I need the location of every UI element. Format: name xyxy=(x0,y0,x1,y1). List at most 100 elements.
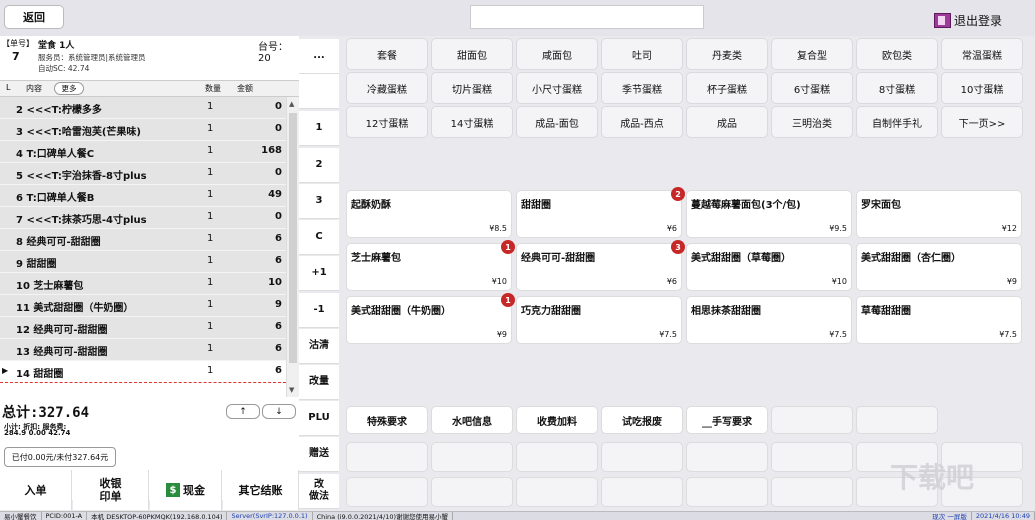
product-card[interactable]: 罗宋面包 ¥12 xyxy=(856,190,1022,238)
keypad-key[interactable]: 改量 xyxy=(299,365,339,400)
action-button[interactable]: __手写要求 xyxy=(686,406,768,434)
category-button[interactable]: 三明治类 xyxy=(771,106,853,138)
product-name: 罗宋面包 xyxy=(861,200,901,211)
row-qty: 1 xyxy=(207,277,214,288)
order-row[interactable]: 8 经典可可-甜甜圈 1 6 xyxy=(0,229,286,251)
category-button[interactable]: 12寸蛋糕 xyxy=(346,106,428,138)
product-card[interactable]: 起酥奶酥 ¥8.5 xyxy=(346,190,512,238)
search-input[interactable] xyxy=(470,5,704,29)
order-row[interactable]: 9 甜甜圈 1 6 xyxy=(0,251,286,273)
col-idx: L xyxy=(6,83,11,92)
empty-slot xyxy=(346,477,428,507)
product-card[interactable]: 美式甜甜圈（草莓圈） ¥10 xyxy=(686,243,852,291)
category-button[interactable]: 复合型 xyxy=(771,38,853,70)
category-button[interactable]: 自制伴手礼 xyxy=(856,106,938,138)
category-button[interactable]: 冷藏蛋糕 xyxy=(346,72,428,104)
order-row[interactable]: 7 <<<T:抹茶巧思-4寸plus 1 0 xyxy=(0,207,286,229)
bill-label: 【单号】 xyxy=(2,39,34,48)
keypad-key[interactable] xyxy=(299,74,339,109)
category-button[interactable]: 甜面包 xyxy=(431,38,513,70)
product-card[interactable]: 甜甜圈 ¥6 2 xyxy=(516,187,685,238)
keypad-key[interactable]: -1 xyxy=(299,293,339,328)
order-row[interactable]: 4 T:口碑单人餐C 1 168 xyxy=(0,141,286,163)
row-name: 7 <<<T:抹茶巧思-4寸plus xyxy=(16,215,147,226)
product-card[interactable]: 相思抹茶甜甜圈 ¥7.5 xyxy=(686,296,852,344)
category-button[interactable]: 成品-西点 xyxy=(601,106,683,138)
product-card[interactable]: 芝士麻薯包 ¥10 1 xyxy=(346,240,515,291)
category-button[interactable]: 10寸蛋糕 xyxy=(941,72,1023,104)
product-card[interactable]: 巧克力甜甜圈 ¥7.5 xyxy=(516,296,682,344)
product-card[interactable]: 经典可可-甜甜圈 ¥6 3 xyxy=(516,240,685,291)
keypad-key[interactable]: 1 xyxy=(299,111,339,146)
table-number: 台号： 20 xyxy=(258,42,288,64)
keypad-key[interactable]: C xyxy=(299,220,339,255)
order-row[interactable]: ▶ 14 甜甜圈 1 6 xyxy=(0,361,286,383)
cash-button[interactable]: $ 现金 xyxy=(150,470,222,510)
category-button[interactable]: 常温蛋糕 xyxy=(941,38,1023,70)
empty-slot xyxy=(601,477,683,507)
product-card[interactable]: 美式甜甜圈（牛奶圈） ¥9 1 xyxy=(346,293,515,344)
order-row[interactable]: 11 美式甜甜圈（牛奶圈） 1 9 xyxy=(0,295,286,317)
keypad-key[interactable]: 改 做法 xyxy=(299,474,339,509)
category-button[interactable]: 咸面包 xyxy=(516,38,598,70)
category-button[interactable]: 吐司 xyxy=(601,38,683,70)
keypad-key[interactable]: +1 xyxy=(299,256,339,291)
down-button[interactable]: ↓ xyxy=(262,404,296,419)
logout-button[interactable]: 退出登录 xyxy=(934,11,1002,29)
more-button[interactable]: 更多 xyxy=(54,82,84,95)
category-button[interactable]: 杯子蛋糕 xyxy=(686,72,768,104)
keypad-key[interactable]: PLU xyxy=(299,401,339,436)
paid-status-button[interactable]: 已付0.00元/未付327.64元 xyxy=(4,447,116,467)
category-button[interactable]: 小尺寸蛋糕 xyxy=(516,72,598,104)
action-button[interactable]: 特殊要求 xyxy=(346,406,428,434)
action-button[interactable]: 水吧信息 xyxy=(431,406,513,434)
order-row[interactable]: 2 <<<T:柠檬多多 1 0 xyxy=(0,97,286,119)
other-payment-button[interactable]: 其它结账 xyxy=(223,470,299,510)
category-button[interactable]: 欧包类 xyxy=(856,38,938,70)
order-row[interactable]: 13 经典可可-甜甜圈 1 6 xyxy=(0,339,286,361)
back-button[interactable]: 返回 xyxy=(4,5,64,29)
order-row[interactable]: 10 芝士麻薯包 1 10 xyxy=(0,273,286,295)
category-button[interactable]: 季节蛋糕 xyxy=(601,72,683,104)
category-button[interactable]: 下一页>> xyxy=(941,106,1023,138)
row-amount: 6 xyxy=(275,321,282,332)
scroll-thumb[interactable] xyxy=(289,113,297,363)
category-button[interactable]: 14寸蛋糕 xyxy=(431,106,513,138)
product-card[interactable]: 草莓甜甜圈 ¥7.5 xyxy=(856,296,1022,344)
row-name: 13 经典可可-甜甜圈 xyxy=(16,347,108,358)
up-button[interactable]: ↑ xyxy=(226,404,260,419)
product-price: ¥8.5 xyxy=(489,224,507,233)
enter-order-button[interactable]: 入单 xyxy=(0,470,72,510)
scroll-up-icon[interactable]: ▲ xyxy=(289,100,294,108)
keypad-key[interactable]: 3 xyxy=(299,184,339,219)
category-button[interactable]: 成品-面包 xyxy=(516,106,598,138)
row-amount: 6 xyxy=(275,365,282,376)
order-row[interactable]: 12 经典可可-甜甜圈 1 6 xyxy=(0,317,286,339)
category-button[interactable]: 成品 xyxy=(686,106,768,138)
keypad-key[interactable]: ... xyxy=(299,39,339,74)
keypad-key[interactable]: 赠送 xyxy=(299,437,339,472)
status-datetime: 2021/4/16 10:49 xyxy=(972,512,1035,520)
action-button[interactable]: 试吃报废 xyxy=(601,406,683,434)
category-button[interactable]: 8寸蛋糕 xyxy=(856,72,938,104)
quantity-badge: 3 xyxy=(671,240,685,254)
auto-sc: 自动SC: 42.74 xyxy=(38,64,90,73)
order-row[interactable]: 3 <<<T:哈雷泡芙(芒果味) 1 0 xyxy=(0,119,286,141)
product-card[interactable]: 蔓越莓麻薯面包(3个/包) ¥9.5 xyxy=(686,190,852,238)
category-button[interactable]: 丹麦类 xyxy=(686,38,768,70)
category-button[interactable]: 6寸蛋糕 xyxy=(771,72,853,104)
order-panel: 【单号】 7 堂食 1人 服务员：系统管理员|系统管理员 自动SC: 42.74… xyxy=(0,36,299,500)
product-name: 美式甜甜圈（牛奶圈） xyxy=(351,306,451,317)
order-row[interactable]: 5 <<<T:宇治抹香-8寸plus 1 0 xyxy=(0,163,286,185)
category-button[interactable]: 套餐 xyxy=(346,38,428,70)
scroll-down-icon[interactable]: ▼ xyxy=(289,386,294,394)
receipt-button[interactable]: 收银 印单 xyxy=(73,470,149,510)
category-button[interactable]: 切片蛋糕 xyxy=(431,72,513,104)
order-scrollbar[interactable]: ▲ ▼ xyxy=(286,97,299,397)
keypad-key[interactable]: 沽清 xyxy=(299,329,339,364)
row-amount: 168 xyxy=(261,145,282,156)
product-card[interactable]: 美式甜甜圈（杏仁圈） ¥9 xyxy=(856,243,1022,291)
action-button[interactable]: 收费加料 xyxy=(516,406,598,434)
order-row[interactable]: 6 T:口碑单人餐B 1 49 xyxy=(0,185,286,207)
keypad-key[interactable]: 2 xyxy=(299,148,339,183)
